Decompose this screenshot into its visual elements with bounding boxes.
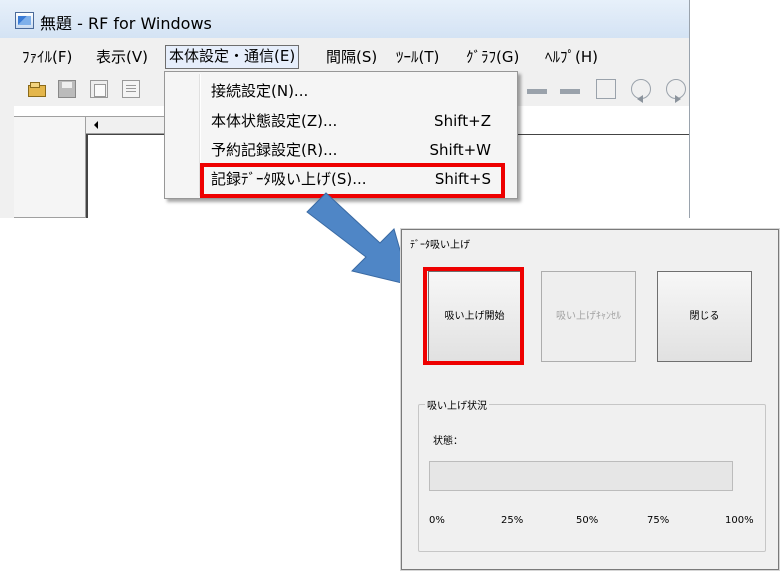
- bar-icon[interactable]: [560, 79, 580, 99]
- menu-item-label: 接続設定(N)...: [211, 82, 309, 100]
- progress-tick: 25%: [501, 515, 524, 526]
- save-icon[interactable]: [58, 80, 76, 98]
- horizontal-scrollbar[interactable]: [86, 116, 168, 134]
- menu-item-label: 本体状態設定(Z)...: [211, 112, 338, 130]
- menu-tools[interactable]: ﾂｰﾙ(T): [396, 46, 439, 68]
- cancel-download-button[interactable]: 吸い上げｷｬﾝｾﾙ: [541, 271, 636, 362]
- left-pane: [14, 116, 86, 218]
- menu-item-label: 予約記録設定(R)...: [211, 141, 338, 159]
- menu-item-device-status-settings[interactable]: 本体状態設定(Z)... Shift+Z: [165, 106, 517, 136]
- bar-icon[interactable]: [527, 79, 547, 99]
- progress-tick: 100%: [725, 515, 754, 526]
- status-label: 状態：: [433, 436, 463, 447]
- open-folder-icon[interactable]: [28, 80, 46, 98]
- menu-file[interactable]: ﾌｧｲﾙ(F): [22, 46, 72, 68]
- rewind-icon[interactable]: [631, 79, 651, 103]
- progress-tick: 50%: [576, 515, 599, 526]
- app-icon: [15, 12, 34, 29]
- close-button[interactable]: 閉じる: [657, 271, 752, 362]
- window-title: 無題 - RF for Windows: [40, 14, 212, 33]
- doc-icon[interactable]: [122, 80, 140, 98]
- progress-tick: 0%: [429, 515, 445, 526]
- status-group: 吸い上げ状況 状態： 0% 25% 50% 75% 100%: [418, 397, 766, 552]
- menu-highlight-frame: [200, 163, 505, 198]
- menu-graph[interactable]: ｸﾞﾗﾌ(G): [466, 46, 519, 68]
- progress-tick: 75%: [647, 515, 670, 526]
- menu-bar: ﾌｧｲﾙ(F) 表示(V) 本体設定・通信(E) 間隔(S) ﾂｰﾙ(T) ｸﾞ…: [0, 41, 689, 71]
- progress-bar: [429, 461, 733, 491]
- menu-help[interactable]: ﾍﾙﾌﾟ(H): [545, 46, 598, 68]
- menu-item-shortcut: Shift+W: [429, 141, 492, 159]
- forward-icon[interactable]: [666, 79, 686, 103]
- scroll-left-icon[interactable]: [94, 121, 98, 129]
- menu-item-connection-settings[interactable]: 接続設定(N)...: [165, 76, 517, 106]
- start-button-highlight-frame: [423, 267, 524, 365]
- menu-item-scheduled-recording[interactable]: 予約記録設定(R)... Shift+W: [165, 135, 517, 165]
- dialog-title: ﾃﾞｰﾀ吸い上げ: [410, 240, 470, 251]
- title-bar[interactable]: 無題 - RF for Windows: [0, 0, 689, 38]
- menu-item-shortcut: Shift+Z: [434, 112, 491, 130]
- zoom-fit-icon[interactable]: [596, 79, 616, 99]
- menu-device-settings[interactable]: 本体設定・通信(E): [165, 45, 300, 69]
- status-group-label: 吸い上げ状況: [425, 397, 489, 412]
- menu-view[interactable]: 表示(V): [96, 46, 148, 68]
- menu-interval[interactable]: 間隔(S): [326, 46, 377, 68]
- copy-icon[interactable]: [90, 80, 108, 98]
